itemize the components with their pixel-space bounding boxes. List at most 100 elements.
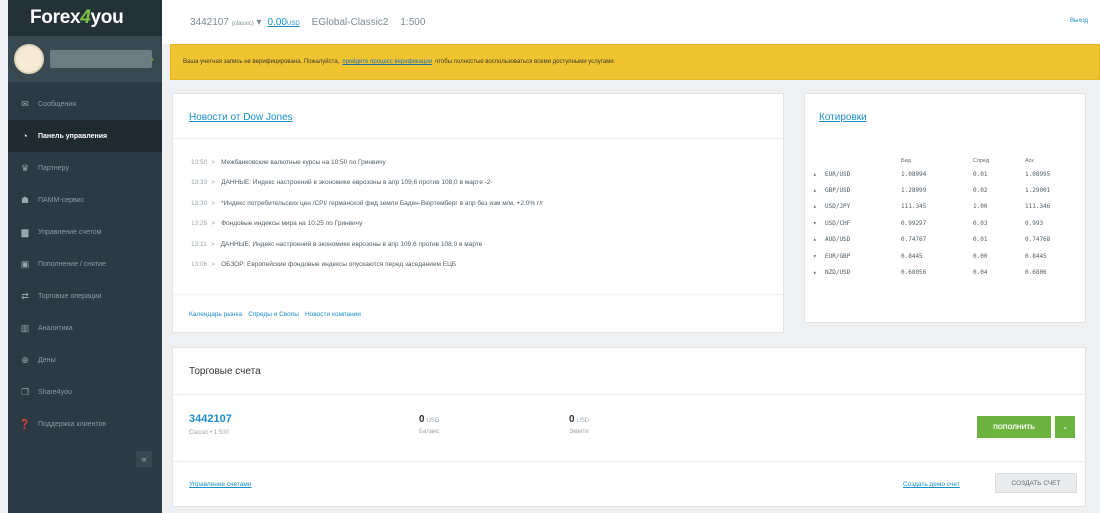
news-footer: Календарь рынка Спреды и Свопы Новости ком… (173, 294, 783, 334)
avatar (14, 44, 44, 74)
quote-spread: 0.02 (973, 187, 988, 195)
news-headline: *Индекс потребительских цен /CPI/ герман… (221, 199, 544, 207)
sidebar-item-2[interactable]: ♛ Партнеру (8, 152, 162, 184)
quote-row[interactable]: ▾ USD/CHF 0.99297 0.03 0.993 (813, 215, 1077, 231)
quote-bid: 0.8445 (901, 252, 923, 260)
quote-ask: 0.6806 (1025, 269, 1047, 277)
equity-label: Эквити (569, 429, 589, 435)
news-item[interactable]: 13:50 > Межбанковские валютные курсы на 10… (191, 152, 544, 173)
balance-label: Баланс (419, 429, 440, 435)
sidebar-item-5[interactable]: ▣ Пополнение / снятие (8, 248, 162, 280)
news-time: 13:06 (191, 261, 208, 269)
quotes-table: Бид Спред Аск ▴ EUR/USD 1.08994 0.01 1.08995… (813, 156, 1077, 281)
verification-link[interactable]: пройдите процесс верификации (342, 59, 432, 65)
quote-row[interactable]: ▴ NZD/USD 0.68056 0.04 0.6806 (813, 264, 1077, 280)
news-item[interactable]: 13:30 > *Индекс потребительских цен /CPI/ … (191, 193, 544, 214)
news-time: 13:25 (191, 220, 208, 228)
sidebar-item-0[interactable]: ✉ Сообщения (8, 88, 162, 120)
account-switcher[interactable]: 3442107 (classic) ▾ (190, 17, 262, 28)
quote-row[interactable]: ▾ EUR/GBP 0.8445 0.00 0.8445 (813, 248, 1077, 264)
sidebar-item-label: Партнеру (38, 164, 69, 172)
news-footer-link-2[interactable]: Новости компании (305, 311, 361, 318)
chevron-right-icon: > (211, 158, 216, 166)
news-list: 13:50 > Межбанковские валютные курсы на 10… (191, 152, 544, 275)
news-item[interactable]: 13:06 > ОБЗОР: Европейские фондовые индекс… (191, 255, 544, 276)
news-time: 13:33 (191, 179, 208, 187)
top-bar: 3442107 (classic) ▾ 0.00USD EGlobal-Clas… (162, 0, 1100, 44)
copy-icon: ❐ (20, 386, 30, 397)
trend-down-icon: ▾ (813, 252, 817, 260)
quote-row[interactable]: ▴ GBP/USD 1.28999 0.02 1.29001 (813, 182, 1077, 198)
dashboard-icon: ◔ (22, 131, 28, 141)
users-icon: ☗ (20, 194, 30, 205)
chevron-right-icon: > (211, 220, 216, 228)
sidebar-item-3[interactable]: ☗ ПАММ-сервис (8, 184, 162, 216)
quote-symbol: EUR/GBP (825, 252, 851, 260)
sidebar-item-label: Сообщения (38, 100, 76, 108)
manage-accounts-link[interactable]: Управление счетами (189, 481, 252, 488)
quote-bid: 0.99297 (901, 219, 927, 227)
quote-symbol: USD/CHF (825, 219, 851, 227)
news-item[interactable]: 13:25 > Фондовые индексы мира на 10:25 по … (191, 214, 544, 235)
partner-icon: ♛ (20, 162, 30, 173)
bid-header: Бид (901, 158, 911, 164)
quote-row[interactable]: ▴ USD/JPY 111.345 1.00 111.346 (813, 199, 1077, 215)
envelope-icon: ✉ (21, 98, 29, 109)
ask-header: Аск (1025, 158, 1034, 164)
logout-link[interactable]: Выход (1070, 18, 1088, 24)
sidebar-item-1[interactable]: ◔ Панель управления (8, 120, 162, 152)
sidebar-item-10[interactable]: ❓ Поддержка клиентов (8, 408, 162, 440)
sidebar-item-7[interactable]: ▥ Аналитика (8, 312, 162, 344)
news-footer-link-0[interactable]: Календарь рынка (189, 311, 242, 318)
sidebar-nav: ✉ Сообщения ◔ Панель управления ♛ Партнеру ☗ ПА… (8, 88, 162, 440)
brand-logo[interactable]: Forex 4 you (8, 0, 162, 36)
quote-symbol: AUD/USD (825, 236, 851, 244)
user-profile[interactable]: › (8, 36, 162, 82)
accounts-title: Торговые счета (189, 366, 261, 377)
news-footer-link-1[interactable]: Спреды и Свопы (248, 311, 299, 318)
sidebar-item-label: Деньг (38, 356, 57, 364)
trend-up-icon: ▴ (813, 236, 817, 244)
trend-up-icon: ▴ (813, 203, 817, 211)
sidebar-item-label: Панель управления (38, 132, 108, 140)
sidebar-item-4[interactable]: ▆ Управление счетом (8, 216, 162, 248)
plus-circle-icon: ⊕ (21, 354, 29, 365)
chevron-right-icon: > (210, 240, 215, 248)
quote-bid: 1.28999 (901, 187, 927, 195)
quote-symbol: GBP/USD (825, 187, 851, 195)
account-type: Classic • 1:500 (189, 430, 229, 436)
create-demo-link[interactable]: Создать демо счет (903, 481, 960, 488)
news-time: 13:11 (191, 240, 207, 248)
trend-down-icon: ▾ (813, 219, 817, 227)
balance-display[interactable]: 0.00USD (268, 17, 300, 28)
equity-column: 0 USD Эквити (569, 414, 590, 435)
quote-bid: 111.345 (901, 203, 927, 211)
chart-icon: ▥ (20, 322, 30, 333)
sidebar-item-6[interactable]: ⇄ Торговые операции (8, 280, 162, 312)
quote-bid: 0.74767 (901, 236, 927, 244)
quote-spread: 0.04 (973, 269, 988, 277)
news-item[interactable]: 13:33 > ДАННЫЕ: Индекс настроений в эконом… (191, 173, 544, 194)
chevron-right-icon[interactable]: › (151, 54, 154, 65)
quote-row[interactable]: ▴ AUD/USD 0.74767 0.01 0.74768 (813, 232, 1077, 248)
quotes-header-row: Бид Спред Аск (813, 156, 1077, 166)
quote-bid: 1.08994 (901, 170, 927, 178)
fund-account-button[interactable]: пополнить (977, 416, 1051, 438)
quotes-title-link[interactable]: Котировки (819, 112, 867, 123)
create-account-button[interactable]: создать счет (995, 473, 1077, 493)
sidebar-item-8[interactable]: ⊕ Деньг (8, 344, 162, 376)
news-title-link[interactable]: Новости от Dow Jones (189, 112, 293, 123)
news-time: 13:50 (191, 158, 208, 166)
sidebar-item-label: Share4you (38, 388, 72, 396)
news-headline: Межбанковские валютные курсы на 10:50 по… (221, 158, 386, 166)
trend-up-icon: ▴ (813, 269, 817, 277)
fund-dropdown-button[interactable]: ⌄ (1055, 416, 1075, 438)
account-number-link[interactable]: 3442107 (189, 413, 232, 425)
balance-value: 0 (419, 414, 425, 425)
chevron-right-icon: > (211, 261, 216, 269)
sidebar-item-9[interactable]: ❐ Share4you (8, 376, 162, 408)
chevron-right-icon: > (211, 179, 216, 187)
news-item[interactable]: 13:11 > ДАННЫЕ: Индекс настроений в эконом… (191, 234, 544, 255)
collapse-icon[interactable]: « (136, 451, 152, 467)
quote-row[interactable]: ▴ EUR/USD 1.08994 0.01 1.08995 (813, 166, 1077, 182)
